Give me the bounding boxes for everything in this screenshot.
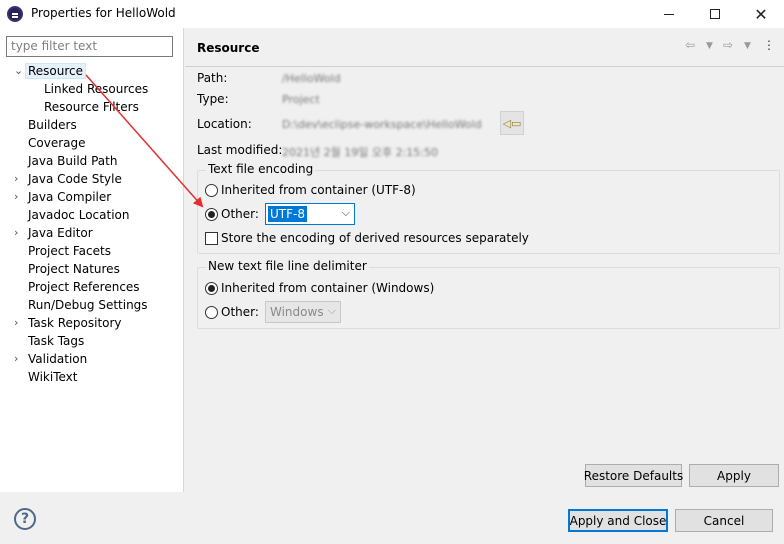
- category-pane: type filter text ⌄ Resource Linked Resourc…: [0, 28, 184, 492]
- tree-item-java-build-path[interactable]: Java Build Path: [28, 152, 117, 170]
- folder-link-icon: ◁▭: [502, 116, 522, 130]
- tree-item-label: WikiText: [28, 370, 78, 384]
- path-label: Path:: [197, 71, 228, 85]
- close-icon: ✕: [754, 4, 768, 24]
- chevron-down-icon: ⌵: [341, 206, 350, 219]
- eclipse-app-icon: [7, 6, 23, 22]
- restore-defaults-button[interactable]: Restore Defaults: [584, 464, 683, 487]
- minimize-icon: [664, 13, 674, 15]
- maximize-button[interactable]: [692, 0, 738, 28]
- path-value: /HelloWold: [282, 72, 341, 85]
- back-dropdown-icon[interactable]: ▼: [706, 41, 713, 51]
- derived-encoding-label: Store the encoding of derived resources …: [221, 231, 529, 245]
- tree-item-wikitext[interactable]: WikiText: [28, 368, 78, 386]
- delimiter-other-label: Other:: [221, 305, 259, 319]
- tree-item-label: Task Tags: [28, 334, 85, 348]
- tree-item-task-tags[interactable]: Task Tags: [28, 332, 84, 350]
- tree-item-java-compiler[interactable]: › Java Compiler: [14, 188, 112, 206]
- tree-item-label: Project References: [28, 280, 140, 294]
- chevron-right-icon[interactable]: ›: [14, 350, 26, 368]
- tree-item-task-repository[interactable]: › Task Repository: [14, 314, 122, 332]
- text-encoding-group: Text file encoding Inherited from contai…: [197, 162, 780, 254]
- encoding-other-label: Other:: [221, 207, 259, 221]
- line-delimiter-group: New text file line delimiter Inherited f…: [197, 259, 780, 329]
- page-navigation: ⇦ ▼ ⇨ ▼ ⋮: [685, 38, 780, 56]
- tree-item-label: Linked Resources: [44, 82, 149, 96]
- tree-item-java-code-style[interactable]: › Java Code Style: [14, 170, 122, 188]
- radio-circle: [205, 208, 218, 221]
- tree-item-label: Project Facets: [28, 244, 111, 258]
- show-in-explorer-button[interactable]: ◁▭: [500, 111, 524, 135]
- location-value: D:\dev\eclipse-workspace\HelloWold: [282, 118, 482, 131]
- encoding-combo[interactable]: UTF-8 ⌵: [265, 203, 355, 225]
- location-label: Location:: [197, 117, 252, 131]
- tree-item-label: Coverage: [28, 136, 86, 150]
- tree-item-resource[interactable]: ⌄ Resource: [14, 62, 87, 80]
- tree-item-java-editor[interactable]: › Java Editor: [14, 224, 93, 242]
- tree-item-label: Validation: [28, 352, 88, 366]
- tree-item-label: Builders: [28, 118, 77, 132]
- tree-item-coverage[interactable]: Coverage: [28, 134, 86, 152]
- tree-item-javadoc-location[interactable]: Javadoc Location: [28, 206, 129, 224]
- text-encoding-title: Text file encoding: [206, 162, 316, 176]
- radio-circle: [205, 184, 218, 197]
- chevron-down-icon: ⌵: [327, 304, 336, 317]
- delimiter-combo-value: Windows: [270, 305, 324, 319]
- delimiter-inherited-label: Inherited from container (Windows): [221, 281, 435, 295]
- view-menu-icon[interactable]: ⋮: [763, 38, 775, 52]
- tree-item-resource-filters[interactable]: Resource Filters: [44, 98, 139, 116]
- radio-circle: [205, 306, 218, 319]
- maximize-icon: [710, 9, 720, 19]
- apply-and-close-button[interactable]: Apply and Close: [568, 509, 668, 532]
- page-title: Resource: [197, 41, 260, 55]
- tree-item-project-natures[interactable]: Project Natures: [28, 260, 120, 278]
- type-value: Project: [282, 93, 320, 106]
- tree-item-validation[interactable]: › Validation: [14, 350, 88, 368]
- delimiter-combo[interactable]: Windows ⌵: [265, 301, 341, 323]
- encoding-inherited-label: Inherited from container (UTF-8): [221, 183, 416, 197]
- tree-item-label: Resource: [25, 63, 87, 79]
- chevron-right-icon[interactable]: ›: [14, 188, 26, 206]
- filter-input[interactable]: type filter text: [6, 36, 173, 57]
- back-arrow-icon[interactable]: ⇦: [685, 38, 695, 52]
- tree-item-label: Java Build Path: [28, 154, 118, 168]
- title-bar: Properties for HelloWold ✕: [0, 0, 784, 28]
- tree-item-label: Java Editor: [28, 226, 93, 240]
- tree-item-linked-resources[interactable]: Linked Resources: [44, 80, 148, 98]
- checkbox-box: [205, 232, 218, 245]
- cancel-button[interactable]: Cancel: [675, 509, 773, 532]
- forward-arrow-icon[interactable]: ⇨: [723, 38, 733, 52]
- minimize-button[interactable]: [646, 0, 692, 28]
- chevron-down-icon[interactable]: ⌄: [14, 62, 26, 80]
- encoding-combo-value: UTF-8: [268, 206, 307, 222]
- type-label: Type:: [197, 92, 229, 106]
- help-icon[interactable]: ?: [14, 508, 36, 530]
- tree-item-project-facets[interactable]: Project Facets: [28, 242, 111, 260]
- chevron-right-icon[interactable]: ›: [14, 170, 26, 188]
- line-delimiter-title: New text file line delimiter: [206, 259, 369, 273]
- tree-item-label: Java Code Style: [28, 172, 122, 186]
- properties-page: Resource ⇦ ▼ ⇨ ▼ ⋮ Path: /HelloWold Type…: [185, 28, 784, 492]
- chevron-right-icon[interactable]: ›: [14, 314, 26, 332]
- tree-item-project-references[interactable]: Project References: [28, 278, 140, 296]
- tree-item-label: Javadoc Location: [28, 208, 130, 222]
- header-separator: [185, 66, 784, 67]
- tree-item-label: Task Repository: [28, 316, 122, 330]
- last-modified-label: Last modified:: [197, 143, 283, 157]
- radio-circle: [205, 282, 218, 295]
- forward-dropdown-icon[interactable]: ▼: [744, 41, 751, 51]
- tree-item-label: Resource Filters: [44, 100, 139, 114]
- apply-button[interactable]: Apply: [689, 464, 779, 487]
- tree-item-builders[interactable]: Builders: [28, 116, 77, 134]
- window-title: Properties for HelloWold: [31, 6, 176, 20]
- tree-item-run-debug-settings[interactable]: Run/Debug Settings: [28, 296, 148, 314]
- tree-item-label: Java Compiler: [28, 190, 112, 204]
- last-modified-value: 2021년 2월 19일 오후 2:15:50: [282, 146, 438, 159]
- tree-item-label: Project Natures: [28, 262, 120, 276]
- tree-item-label: Run/Debug Settings: [28, 298, 148, 312]
- chevron-right-icon[interactable]: ›: [14, 224, 26, 242]
- close-button[interactable]: ✕: [738, 0, 784, 28]
